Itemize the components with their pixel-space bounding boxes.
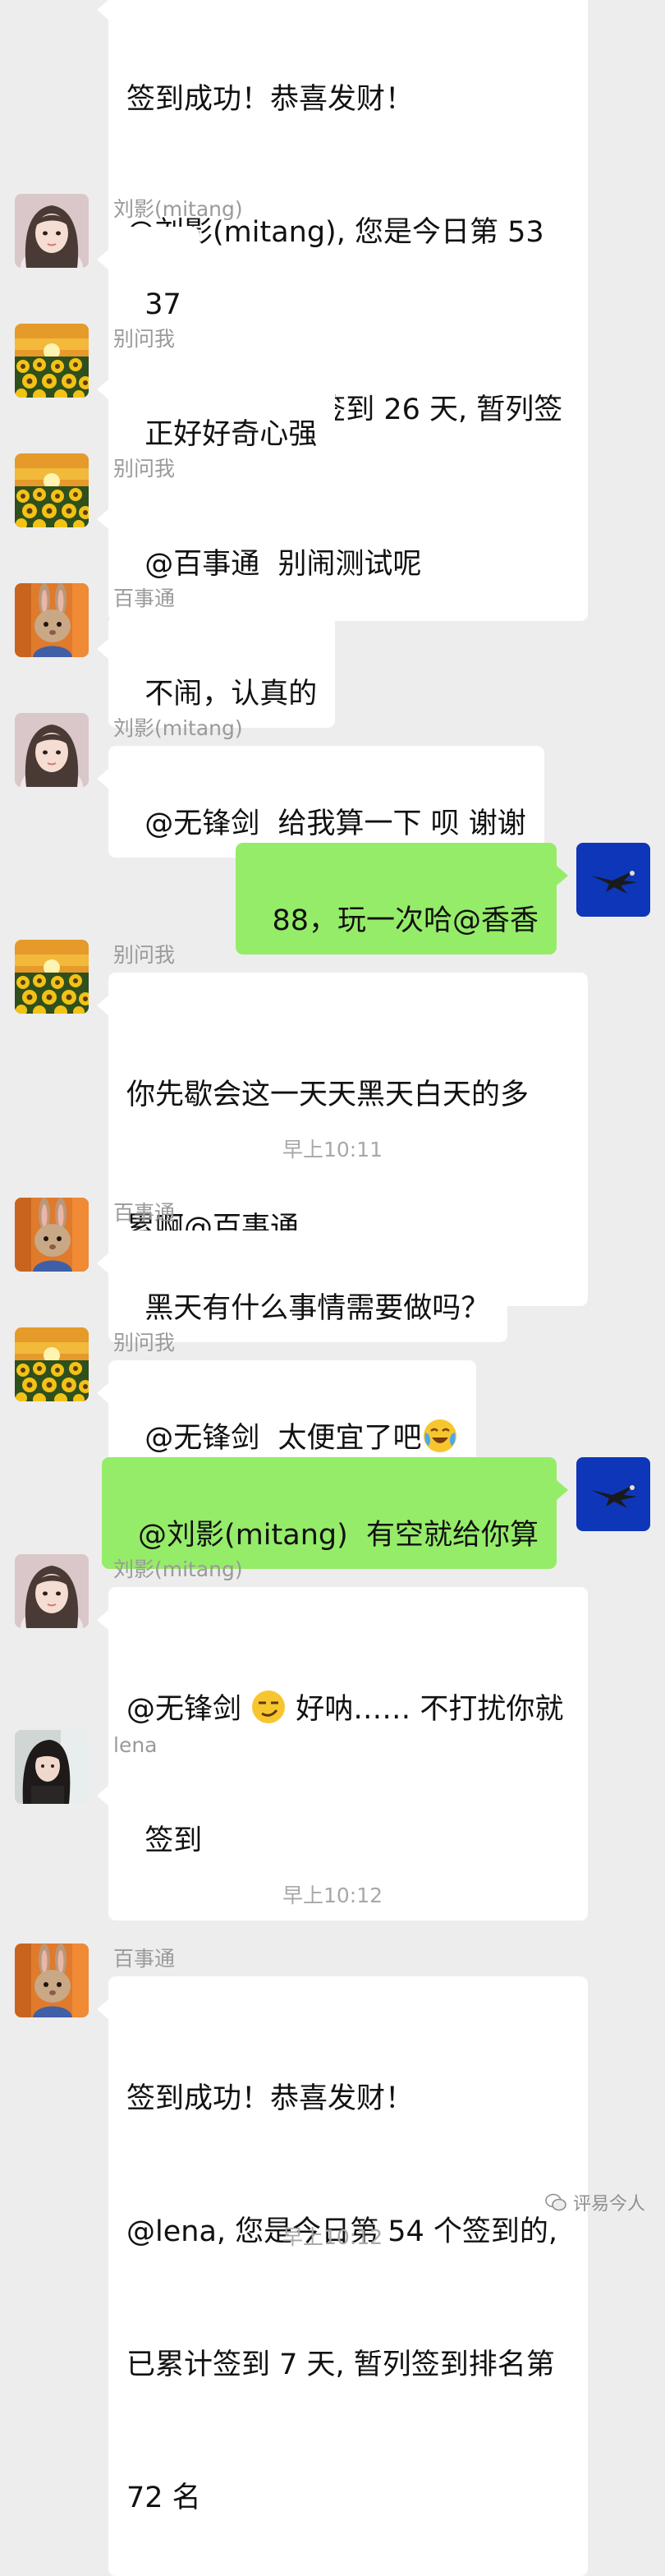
message-line: 72 名 (126, 2482, 201, 2514)
message-text: 不闹，认真的 (144, 678, 318, 711)
sender-name: 百事通 (113, 1201, 176, 1225)
rabbit-avatar-icon (15, 1944, 89, 2017)
rabbit-avatar-icon (15, 583, 89, 657)
sunflower-sunset-avatar-icon (15, 324, 89, 398)
avatar-liuying[interactable] (15, 1554, 89, 1628)
chat-message-bubble[interactable]: @百事通 别闹测试呢 (97, 486, 440, 598)
message-text: @刘影(mitang) 有空就给你算 (138, 1519, 539, 1552)
message-text: 签到 (144, 1824, 203, 1857)
eagle-avatar-icon (576, 843, 650, 917)
message-text: @百事通 别闹测试呢 (144, 548, 422, 581)
chat-message-bubble[interactable]: @无锋剑 太便宜了吧 (97, 1360, 476, 1472)
chat-timestamp: 早上10:11 (282, 1138, 383, 1162)
message-text: @无锋剑 给我算一下 呗 谢谢 (144, 807, 526, 840)
avatar-biewenwo[interactable] (15, 324, 89, 398)
sender-name: 别问我 (113, 943, 176, 967)
girl-portrait-avatar-icon (15, 194, 89, 268)
chat-message-bubble[interactable]: 37 (97, 227, 200, 338)
avatar-baishitong[interactable] (15, 1944, 89, 2017)
message-text: 88，玩一次哈@香香 (272, 904, 539, 937)
chat-timestamp: 早上10:12 (282, 2225, 383, 2249)
message-line: 已累计签到 7 天, 暂列签到排名第 (126, 2348, 555, 2381)
sender-name: 别问我 (113, 457, 176, 481)
message-text: @无锋剑 太便宜了吧 (144, 1422, 422, 1455)
sender-name: 刘影(mitang) (113, 716, 243, 740)
sender-name: 别问我 (113, 327, 176, 351)
watermark-text: 评易今人 (572, 2194, 645, 2215)
message-line: 签到成功！恭喜发财！ (126, 2082, 415, 2115)
sender-name: 别问我 (113, 1331, 176, 1355)
message-text: 黑天有什么事情需要做吗？ (144, 1292, 490, 1325)
sender-name: 刘影(mitang) (113, 1557, 243, 1581)
chat-message-bubble[interactable]: 正好好奇心强 (96, 356, 336, 468)
chat-message-bubble-self[interactable]: 88，玩一次哈@香香 (236, 843, 568, 954)
sender-name: 百事通 (113, 586, 176, 610)
message-line: 你先歇会这一天天黑天白天的多 (126, 1079, 530, 1111)
girl-portrait-avatar-icon (15, 713, 89, 787)
sender-name: 百事通 (113, 1947, 176, 1971)
sender-name: 刘影(mitang) (113, 197, 243, 221)
sunflower-sunset-avatar-icon (15, 1327, 89, 1401)
message-text: @无锋剑 (126, 1693, 251, 1726)
avatar-biewenwo[interactable] (15, 453, 89, 527)
avatar-lena[interactable] (15, 1730, 89, 1804)
sender-name: lena (113, 1733, 158, 1757)
avatar-me[interactable] (576, 843, 650, 917)
avatar-baishitong[interactable] (15, 583, 89, 657)
message-text: 好呐…… 不打扰你就 (287, 1693, 564, 1726)
avatar-biewenwo[interactable] (15, 1327, 89, 1401)
chat-message-bubble[interactable]: @无锋剑 给我算一下 呗 谢谢 (97, 746, 544, 858)
chat-message-bubble[interactable]: 签到成功！恭喜发财！ @lena, 您是今日第 54 个签到的, 已累计签到 7… (97, 1976, 588, 2576)
girl-portrait-avatar-icon (15, 1554, 89, 1628)
message-text: 正好好奇心强 (144, 418, 318, 451)
avatar-liuying[interactable] (15, 194, 89, 268)
avatar-biewenwo[interactable] (15, 940, 89, 1014)
smirk-emoji-icon (250, 1689, 287, 1725)
wechat-logo-icon (545, 2193, 566, 2211)
message-text: 37 (144, 288, 181, 321)
rabbit-avatar-icon (15, 1198, 89, 1272)
sunflower-sunset-avatar-icon (15, 453, 89, 527)
chat-message-bubble[interactable]: 不闹，认真的 (96, 616, 336, 728)
watermark: 评易今人 (545, 2189, 645, 2215)
chat-timestamp: 早上10:12 (282, 1884, 383, 1907)
sunflower-sunset-avatar-icon (15, 940, 89, 1014)
chat-message-bubble-self[interactable]: @刘影(mitang) 有空就给你算 (101, 1457, 569, 1569)
woman-portrait-avatar-icon (15, 1730, 89, 1804)
eagle-avatar-icon (576, 1457, 650, 1531)
chat-message-bubble[interactable]: 签到 (96, 1763, 221, 1874)
message-line: 签到成功！恭喜发财！ (126, 83, 415, 116)
chat-message-bubble[interactable]: 黑天有什么事情需要做吗？ (96, 1230, 508, 1342)
avatar-baishitong[interactable] (15, 1198, 89, 1272)
avatar-me[interactable] (576, 1457, 650, 1531)
message-line: @无锋剑 好呐…… 不打扰你就 (126, 1687, 570, 1732)
crying-laugh-emoji-icon (422, 1418, 458, 1454)
avatar-liuying[interactable] (15, 713, 89, 787)
